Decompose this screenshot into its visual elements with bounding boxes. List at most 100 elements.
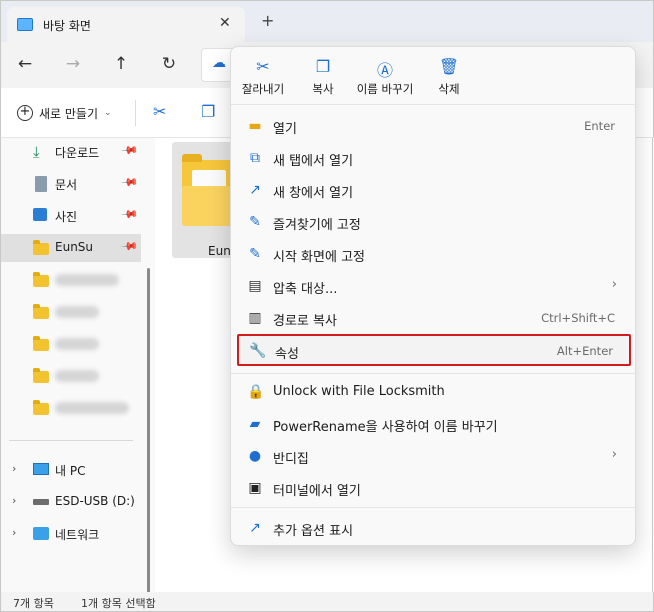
menu-item-open[interactable]: ▬ 열기 Enter <box>237 111 631 141</box>
sidebar-item-this-pc[interactable]: › 내 PC <box>1 456 141 484</box>
delete-button[interactable]: 🗑 삭제 <box>417 57 481 101</box>
menu-item-label: 즐겨찾기에 고정 <box>273 218 361 233</box>
menu-item-powerrename[interactable]: ▰ PowerRename을 사용하여 이름 바꾸기 <box>237 409 631 439</box>
new-button-label: 새로 만들기 <box>39 106 99 121</box>
cloud-icon: ☁ <box>212 55 226 71</box>
back-button[interactable]: ← <box>13 52 37 76</box>
sidebar-item-documents[interactable]: 문서 📌 <box>1 170 141 198</box>
sidebar-item-eunsu[interactable]: EunSu 📌 <box>1 234 141 262</box>
powerrename-icon: ▰ <box>249 416 261 432</box>
sidebar-item-folder[interactable] <box>1 266 141 294</box>
chevron-right-icon[interactable]: › <box>12 462 16 475</box>
menu-item-label: 시작 화면에 고정 <box>273 250 365 265</box>
cut-label: 잘라내기 <box>241 82 285 96</box>
open-folder-icon: ▬ <box>248 118 262 134</box>
plus-icon: + <box>17 105 33 121</box>
menu-item-compress[interactable]: ▤ 압축 대상... › <box>237 271 631 301</box>
sidebar-item-label: EunSu <box>55 240 94 254</box>
menu-item-label: 압축 대상... <box>273 282 338 297</box>
copy-button[interactable]: ❐ 복사 <box>291 57 355 101</box>
document-icon <box>35 176 47 192</box>
selected-folder-tile[interactable]: Eun <box>172 142 236 258</box>
menu-item-label: 열기 <box>273 122 297 137</box>
up-button[interactable]: ↑ <box>109 52 133 76</box>
tree-item-label: 내 PC <box>55 464 86 478</box>
download-icon: ⤓ <box>33 143 40 161</box>
sidebar-divider <box>9 440 133 441</box>
refresh-button[interactable]: ↻ <box>157 52 181 76</box>
chevron-right-icon[interactable]: › <box>12 526 16 539</box>
copy-path-icon: ▥ <box>248 310 262 326</box>
sidebar-item-folder[interactable] <box>1 394 141 422</box>
menu-divider <box>231 507 637 508</box>
rename-icon: Ⓐ <box>376 61 393 80</box>
menu-item-open-new-window[interactable]: ↗ 새 창에서 열기 <box>237 175 631 205</box>
chevron-right-icon[interactable]: › <box>12 494 16 507</box>
menu-item-copy-path[interactable]: ▥ 경로로 복사 Ctrl+Shift+C <box>237 303 631 333</box>
context-menu: ✂ 잘라내기 ❐ 복사 Ⓐ 이름 바꾸기 🗑 삭제 ▬ 열기 Enter ⧉ 새… <box>230 46 637 546</box>
delete-label: 삭제 <box>438 82 460 96</box>
sidebar-item-folder[interactable] <box>1 362 141 390</box>
tab-title: 바탕 화면 <box>43 19 91 33</box>
menu-shortcut: Alt+Enter <box>556 344 613 358</box>
folder-icon <box>33 336 49 351</box>
sidebar-item-folder[interactable] <box>1 330 141 358</box>
pin-icon[interactable]: 📌 <box>120 141 139 160</box>
pin-icon[interactable]: 📌 <box>120 237 139 256</box>
tree-item-label: 네트워크 <box>55 528 100 542</box>
menu-item-label: 경로로 복사 <box>273 314 337 329</box>
folder-icon <box>182 154 232 226</box>
tab-desktop[interactable]: 바탕 화면 ✕ <box>7 7 245 43</box>
navigation-pane: ⤓ 다운로드 📌 문서 📌 사진 📌 EunSu 📌 › 내 PC › ESD-… <box>0 138 155 594</box>
compress-icon: ▤ <box>248 278 262 294</box>
trash-icon: 🗑 <box>438 57 460 76</box>
pin-icon[interactable]: 📌 <box>120 173 139 192</box>
pin-icon[interactable]: 📌 <box>120 205 139 224</box>
new-tab-icon: ⧉ <box>250 150 260 166</box>
menu-shortcut: Enter <box>584 119 615 133</box>
folder-icon <box>33 400 49 415</box>
menu-item-pin-start[interactable]: ✎ 시작 화면에 고정 <box>237 239 631 269</box>
menu-item-open-terminal[interactable]: ▣ 터미널에서 열기 <box>237 473 631 503</box>
copy-label: 복사 <box>312 82 334 96</box>
sidebar-item-downloads[interactable]: ⤓ 다운로드 📌 <box>1 138 141 166</box>
copy-icon[interactable]: ❐ <box>201 102 215 121</box>
lock-icon: 🔒 <box>247 384 265 400</box>
sidebar-scrollbar[interactable] <box>147 268 150 594</box>
sidebar-item-folder[interactable] <box>1 298 141 326</box>
menu-item-more-options[interactable]: ↗ 추가 옵션 표시 <box>237 513 631 543</box>
blurred-label <box>55 306 99 318</box>
sidebar-item-pictures[interactable]: 사진 📌 <box>1 202 141 230</box>
menu-item-file-locksmith[interactable]: 🔒 Unlock with File Locksmith <box>237 377 631 407</box>
new-window-icon: ↗ <box>249 182 261 198</box>
folder-icon <box>33 240 49 255</box>
terminal-icon: ▣ <box>248 480 262 496</box>
pictures-icon <box>33 208 47 221</box>
menu-item-open-new-tab[interactable]: ⧉ 새 탭에서 열기 <box>237 143 631 173</box>
status-bar: 7개 항목 1개 항목 선택함 <box>0 592 654 612</box>
chevron-right-icon: › <box>611 447 617 462</box>
sidebar-item-label: 다운로드 <box>55 146 100 160</box>
menu-item-properties[interactable]: 🔧 속성 Alt+Enter <box>237 334 631 366</box>
folder-icon <box>33 304 49 319</box>
cut-button[interactable]: ✂ 잘라내기 <box>231 57 295 101</box>
forward-button[interactable]: → <box>61 52 85 76</box>
quick-actions-bar: ✂ 잘라내기 ❐ 복사 Ⓐ 이름 바꾸기 🗑 삭제 <box>231 47 637 105</box>
menu-item-label: Unlock with File Locksmith <box>273 384 445 399</box>
chevron-down-icon: ⌄ <box>104 108 112 118</box>
new-button[interactable]: + 새로 만들기 ⌄ <box>17 103 112 123</box>
sidebar-item-network[interactable]: › 네트워크 <box>1 520 141 548</box>
sidebar-item-label: 문서 <box>55 178 78 192</box>
close-tab-icon[interactable]: ✕ <box>219 15 231 31</box>
rename-button[interactable]: Ⓐ 이름 바꾸기 <box>353 57 417 101</box>
new-tab-button[interactable]: + <box>261 13 274 29</box>
blurred-label <box>55 338 99 350</box>
folder-icon <box>33 272 49 287</box>
sidebar-item-usb-drive[interactable]: › ESD-USB (D:) <box>1 488 141 516</box>
blurred-label <box>55 370 99 382</box>
selection-count: 1개 항목 선택함 <box>81 597 156 610</box>
menu-item-label: 반디집 <box>273 452 309 467</box>
cut-icon[interactable]: ✂ <box>153 102 166 121</box>
menu-item-pin-quick-access[interactable]: ✎ 즐겨찾기에 고정 <box>237 207 631 237</box>
menu-item-bandizip[interactable]: ● 반디집 › <box>237 441 631 471</box>
